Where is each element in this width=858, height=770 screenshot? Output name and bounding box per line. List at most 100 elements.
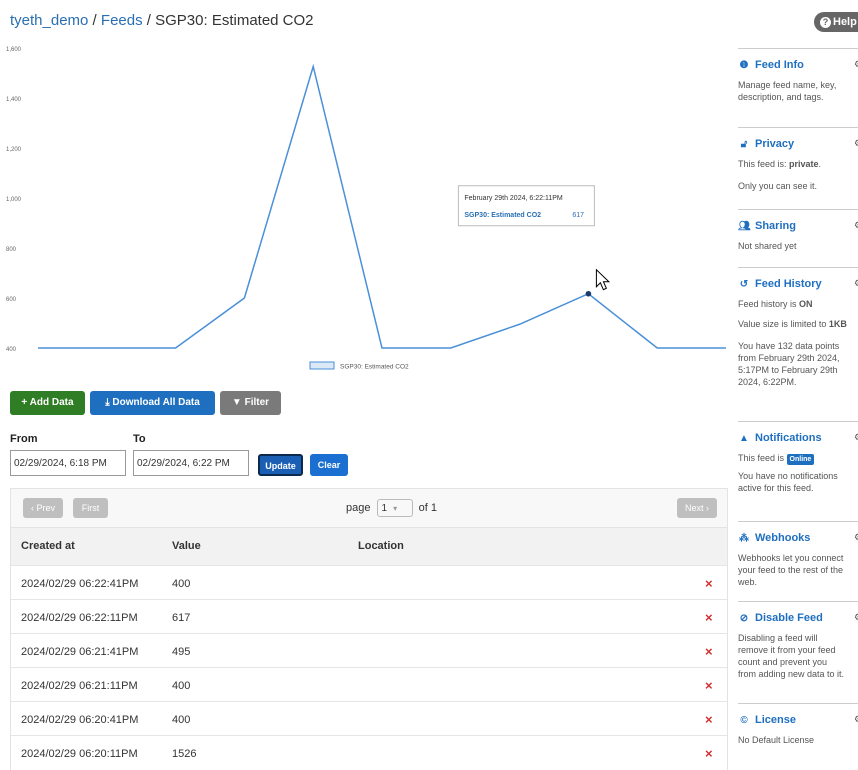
gear-icon[interactable]: ⚙ (854, 220, 858, 231)
page-select-value: 1 (381, 503, 388, 514)
notifications-label: Notifications (755, 432, 822, 444)
table-header: Created at Value Location (11, 527, 727, 566)
tooltip-title: February 29th 2024, 6:22:11PM (464, 195, 562, 202)
feed-history-label: Feed History (755, 278, 822, 290)
created-at-cell: 2024/02/29 06:20:11PM (21, 748, 138, 760)
column-header-created-at[interactable]: Created at (21, 540, 75, 552)
created-at-cell: 2024/02/29 06:21:41PM (21, 646, 139, 658)
feed-info-section: ❶ Feed Info ⚙ Manage feed name, key, desc… (738, 48, 858, 129)
feed-sidebar: ❶ Feed Info ⚙ Manage feed name, key, desc… (738, 38, 858, 769)
legend-label: SGP30: Estimated CO2 (340, 364, 409, 371)
add-data-button[interactable]: + Add Data (10, 391, 85, 415)
notifications-status-text: This feed is Online (738, 452, 858, 465)
tooltip-series: SGP30: Estimated CO2 (464, 212, 541, 219)
license-title[interactable]: © License (738, 714, 796, 726)
privacy-title[interactable]: 🔓︎ Privacy (738, 138, 794, 150)
table-row: 2024/02/29 06:21:41PM 495 × (11, 633, 727, 668)
to-date-input[interactable]: 02/29/2024, 6:22 PM (133, 450, 249, 476)
notifications-section: ▲ Notifications ⚙ This feed is Online You… (738, 421, 858, 522)
disable-text-1: Disabling a feed will (738, 633, 818, 643)
disable-text-2: remove it from your feed (738, 645, 836, 655)
delete-icon[interactable]: × (705, 712, 713, 727)
y-tick-label: 1,200 (6, 147, 22, 153)
sharing-title[interactable]: 👥︎ Sharing (738, 220, 796, 232)
history-prefix: Feed history is (738, 299, 800, 309)
disable-text-3: count and prevent you (738, 657, 828, 667)
webhooks-text-2: your feed to the rest of the (738, 565, 844, 575)
gear-icon[interactable]: ⚙ (854, 432, 858, 443)
warning-icon: ▲ (739, 433, 749, 444)
tooltip-value: 617 (572, 212, 584, 219)
disable-feed-title[interactable]: ⊘ Disable Feed (738, 612, 823, 624)
to-label: To (133, 433, 146, 445)
webhooks-label: Webhooks (755, 532, 811, 544)
clear-button[interactable]: Clear (310, 454, 348, 476)
created-at-cell: 2024/02/29 06:22:11PM (21, 612, 138, 624)
notifications-title[interactable]: ▲ Notifications (738, 432, 822, 444)
next-page-button[interactable]: Next › (677, 498, 717, 518)
breadcrumb-user-link[interactable]: tyeth_demo (10, 12, 88, 29)
breadcrumb-feeds-link[interactable]: Feeds (101, 12, 143, 29)
history-icon: ↺ (739, 279, 749, 290)
feed-info-label: Feed Info (755, 59, 804, 71)
question-icon: ? (820, 17, 831, 28)
column-header-location[interactable]: Location (358, 540, 404, 552)
status-badge: Online (786, 454, 815, 465)
gear-icon[interactable]: ⚙ (854, 612, 858, 623)
gear-icon[interactable]: ⚙ (854, 59, 858, 70)
y-tick-label: 400 (6, 347, 17, 353)
copyright-icon: © (740, 715, 748, 726)
gear-icon[interactable]: ⚙ (854, 138, 858, 149)
mouse-cursor-icon (595, 268, 611, 291)
history-size-prefix: Value size is limited to (738, 319, 829, 329)
column-header-value[interactable]: Value (172, 540, 201, 552)
value-cell: 400 (172, 578, 191, 590)
gear-icon[interactable]: ⚙ (854, 278, 858, 289)
download-all-data-button[interactable]: ⤓ Download All Data (90, 391, 215, 415)
delete-icon[interactable]: × (705, 576, 713, 591)
notifications-text-2: You have no notifications (738, 471, 838, 481)
history-status: ON (799, 299, 813, 309)
created-at-cell: 2024/02/29 06:20:41PM (21, 714, 139, 726)
feed-history-title[interactable]: ↺ Feed History (738, 278, 822, 290)
from-label: From (10, 433, 38, 445)
page-title: SGP30: Estimated CO2 (155, 12, 314, 29)
created-at-cell: 2024/02/29 06:22:41PM (21, 578, 139, 590)
history-text-5: 5:17PM to February 29th (738, 365, 838, 375)
page-of-label: of 1 (418, 501, 437, 514)
history-size-text: Value size is limited to 1KB (738, 318, 858, 330)
delete-icon[interactable]: × (705, 610, 713, 625)
privacy-label: Privacy (755, 138, 795, 150)
table-row: 2024/02/29 06:20:41PM 400 × (11, 701, 727, 736)
filter-button[interactable]: ▼ Filter (220, 391, 281, 415)
feed-info-title[interactable]: ❶ Feed Info (738, 59, 804, 71)
gear-icon[interactable]: ⚙ (854, 714, 858, 725)
prev-page-button[interactable]: ‹ Prev (23, 498, 63, 518)
disable-feed-label: Disable Feed (755, 612, 823, 624)
delete-icon[interactable]: × (705, 746, 713, 761)
delete-icon[interactable]: × (705, 678, 713, 693)
first-page-button[interactable]: First (73, 498, 108, 518)
filter-icon: ▼ (231, 397, 245, 408)
breadcrumb-separator: / (142, 12, 156, 29)
table-row: 2024/02/29 06:22:11PM 617 × (11, 599, 727, 634)
from-date-input[interactable]: 02/29/2024, 6:18 PM (10, 450, 126, 476)
tooltip-box (457, 185, 595, 227)
sharing-label: Sharing (755, 220, 796, 232)
webhooks-title[interactable]: ⁂ Webhooks (738, 532, 810, 544)
update-button[interactable]: Update (258, 454, 303, 476)
privacy-status: private (789, 159, 819, 169)
value-cell: 617 (172, 612, 191, 624)
help-label: Help (833, 16, 857, 28)
gear-icon[interactable]: ⚙ (854, 532, 858, 543)
help-button[interactable]: ? Help (814, 12, 858, 32)
delete-icon[interactable]: × (705, 644, 713, 659)
lock-icon: 🔓︎ (740, 139, 748, 150)
y-tick-label: 1,400 (6, 97, 22, 103)
feed-info-text-1: Manage feed name, key, (738, 80, 837, 90)
page-select[interactable]: 1 ▾ (376, 499, 413, 517)
table-row: 2024/02/29 06:22:41PM 400 × (11, 565, 727, 600)
disable-feed-section: ⊘ Disable Feed ⚙ Disabling a feed will re… (738, 601, 858, 704)
series-line (38, 63, 726, 349)
feed-chart[interactable]: 400 600 800 1,000 1,200 1,400 1,600 February 29… (0, 38, 728, 378)
